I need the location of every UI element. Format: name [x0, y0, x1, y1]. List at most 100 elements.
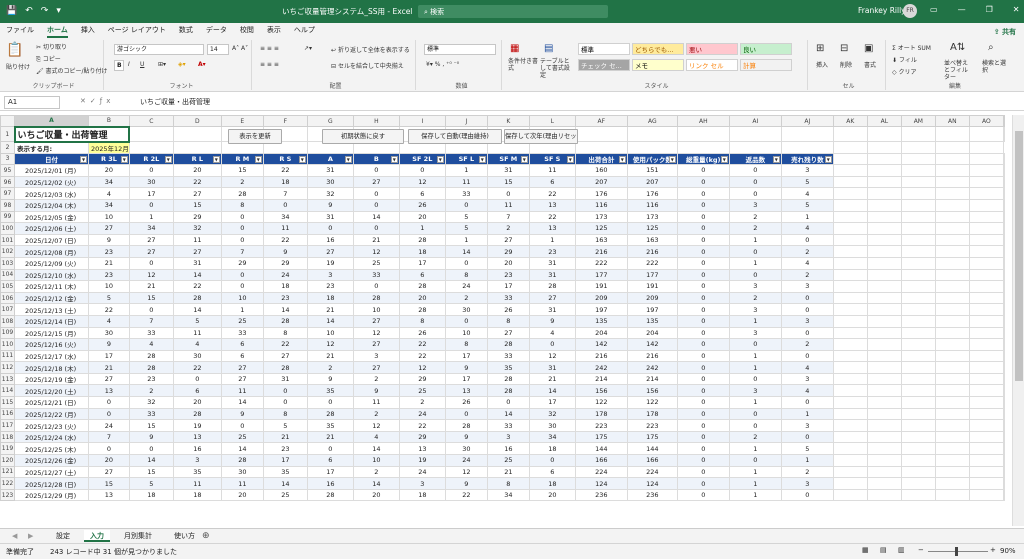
tab-5[interactable]: データ — [206, 23, 227, 38]
cell[interactable]: 6 — [528, 465, 576, 479]
cell[interactable]: 9 — [88, 233, 130, 247]
redo-icon[interactable]: ↷ — [41, 6, 49, 16]
filter-dropdown-icon[interactable]: ▼ — [436, 155, 444, 163]
cell[interactable] — [968, 152, 1004, 166]
cell[interactable]: 4 — [528, 326, 576, 340]
cell[interactable] — [900, 465, 936, 479]
cell[interactable] — [934, 326, 970, 340]
cell[interactable]: 31 — [486, 164, 530, 177]
cell[interactable]: 0 — [528, 454, 576, 467]
cell[interactable]: 27 — [262, 349, 308, 363]
cell[interactable]: 0 — [676, 303, 730, 316]
cell[interactable] — [832, 396, 868, 409]
cell[interactable]: 0 — [676, 361, 730, 374]
cell[interactable]: 13 — [88, 384, 130, 398]
cell-style-2[interactable]: 悪い — [686, 43, 738, 55]
cell[interactable]: 2 — [780, 268, 834, 282]
fill-color-icon[interactable]: ◈▾ — [178, 61, 186, 68]
cell[interactable]: 2 — [444, 291, 488, 305]
cell[interactable]: 2025/12/19 (金) — [14, 372, 89, 386]
cell[interactable]: 31 — [262, 372, 308, 386]
cell[interactable]: 21 — [128, 280, 174, 293]
cell[interactable]: 3 — [728, 280, 782, 293]
font-color-icon[interactable]: A▾ — [198, 61, 206, 68]
cell[interactable]: 0 — [486, 187, 530, 200]
filter-dropdown-icon[interactable]: ▼ — [478, 155, 486, 163]
conditional-format-button[interactable]: 条件付き書式 — [508, 58, 538, 72]
filter-dropdown-icon[interactable]: ▼ — [344, 155, 352, 163]
cell[interactable]: 18 — [172, 488, 222, 502]
cell[interactable] — [934, 245, 970, 258]
row-header[interactable]: 101 — [0, 233, 15, 247]
cell[interactable]: 14 — [172, 303, 222, 316]
column-header[interactable]: K — [486, 115, 530, 127]
cell[interactable]: 0 — [128, 442, 174, 456]
cell[interactable]: 3 — [486, 430, 530, 444]
cell[interactable]: 17 — [262, 454, 308, 467]
filter-dropdown-icon[interactable]: ▼ — [390, 155, 398, 163]
cell[interactable]: 14 — [220, 442, 264, 456]
cell[interactable]: 24 — [444, 454, 488, 467]
cell[interactable]: 14 — [172, 268, 222, 282]
cell[interactable] — [900, 361, 936, 374]
cell[interactable]: 34 — [128, 222, 174, 235]
cell[interactable] — [780, 126, 834, 142]
cell[interactable]: 18 — [262, 175, 308, 189]
cell[interactable] — [934, 268, 970, 282]
cell[interactable]: 21 — [306, 349, 354, 363]
bold-button[interactable]: B — [114, 60, 124, 71]
select-all-corner[interactable] — [0, 115, 15, 127]
cell[interactable] — [1002, 198, 1005, 212]
cell[interactable]: 9 — [262, 245, 308, 258]
cell[interactable] — [832, 291, 868, 305]
cell[interactable] — [900, 222, 936, 235]
cell[interactable]: 31 — [528, 268, 576, 282]
tab-8[interactable]: ヘルプ — [294, 23, 315, 38]
cell[interactable]: 28 — [306, 407, 354, 421]
cell[interactable]: 31 — [172, 256, 222, 270]
table-header-cell[interactable]: SF L ▼ — [444, 152, 488, 166]
cell[interactable] — [968, 442, 1004, 456]
cell[interactable]: 242 — [626, 361, 678, 374]
cell[interactable]: 6 — [306, 454, 354, 467]
cell[interactable] — [676, 126, 730, 142]
cell[interactable]: 1 — [728, 442, 782, 456]
cell[interactable] — [900, 256, 936, 270]
cell[interactable]: 8 — [220, 198, 264, 212]
cell[interactable] — [1002, 175, 1005, 189]
cell[interactable]: 14 — [220, 396, 264, 409]
column-header[interactable]: AJ — [780, 115, 834, 127]
filter-dropdown-icon[interactable]: ▼ — [668, 155, 676, 163]
cell[interactable]: 14 — [262, 303, 308, 316]
cell[interactable]: 32 — [306, 187, 354, 200]
column-header[interactable]: L — [528, 115, 576, 127]
cell[interactable]: 18 — [128, 488, 174, 502]
cell[interactable] — [934, 256, 970, 270]
cell[interactable]: 144 — [574, 442, 628, 456]
cell[interactable]: 1 — [728, 465, 782, 479]
table-header-cell[interactable]: R M ▼ — [220, 152, 264, 166]
user-name[interactable]: Frankey Rilly — [858, 6, 906, 15]
cell[interactable]: 20 — [172, 396, 222, 409]
cell[interactable] — [900, 326, 936, 340]
cell[interactable]: 23 — [528, 245, 576, 258]
cell[interactable]: 3 — [780, 372, 834, 386]
cell[interactable]: 3 — [352, 349, 400, 363]
cell[interactable]: 22 — [172, 280, 222, 293]
cell[interactable]: 27 — [352, 314, 400, 328]
cell[interactable]: 191 — [574, 280, 628, 293]
cell[interactable]: 0 — [676, 326, 730, 340]
cell[interactable]: 35 — [172, 465, 222, 479]
cell[interactable]: 0 — [676, 465, 730, 479]
cell[interactable]: 0 — [676, 198, 730, 212]
cell[interactable] — [832, 442, 868, 456]
cell[interactable]: 11 — [444, 175, 488, 189]
cell[interactable]: 20 — [172, 164, 222, 177]
cell[interactable]: 33 — [486, 419, 530, 432]
cell[interactable]: 135 — [626, 314, 678, 328]
cell[interactable]: 35 — [262, 465, 308, 479]
underline-button[interactable]: U — [140, 61, 144, 68]
cell[interactable]: 7 — [262, 187, 308, 200]
cell[interactable]: 7 — [128, 314, 174, 328]
cell[interactable]: 0 — [88, 442, 130, 456]
